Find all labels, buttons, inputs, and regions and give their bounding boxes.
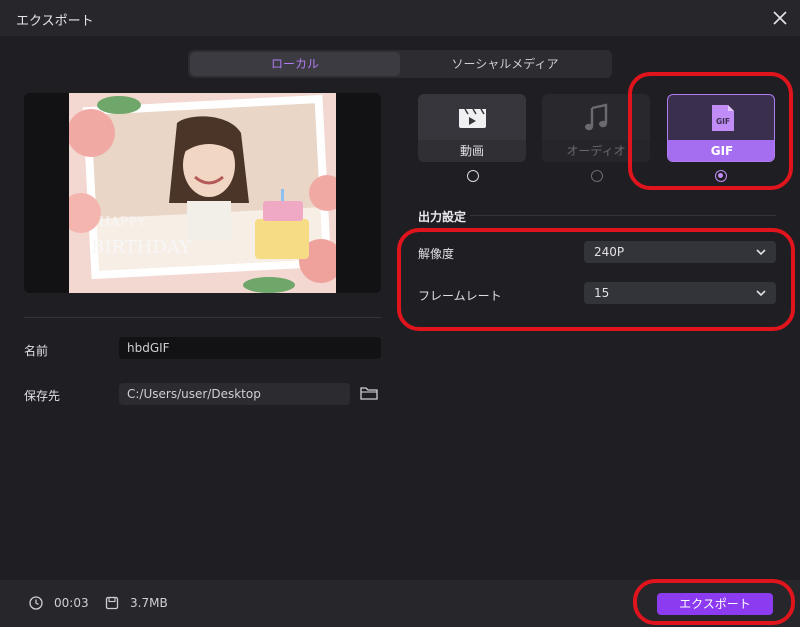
resolution-label: 解像度 bbox=[418, 247, 455, 261]
framerate-label: フレームレート bbox=[418, 289, 502, 303]
save-location-label: 保存先 bbox=[24, 389, 61, 403]
format-gif-card[interactable]: GIF GIF bbox=[667, 94, 775, 162]
tab-local[interactable]: ローカル bbox=[190, 52, 400, 76]
format-gif-label: GIF bbox=[668, 140, 774, 161]
clock-icon bbox=[29, 596, 43, 610]
title-bar: エクスポート bbox=[0, 0, 800, 36]
clapperboard-icon bbox=[459, 108, 486, 128]
format-audio-card[interactable]: オーディオ bbox=[542, 94, 650, 162]
chevron-down-icon bbox=[756, 249, 766, 256]
output-settings-title: 出力設定 bbox=[418, 210, 467, 224]
divider bbox=[24, 317, 381, 318]
format-audio-label: オーディオ bbox=[542, 140, 650, 162]
video-preview: HAPPY BIRTHDAY bbox=[24, 93, 381, 293]
name-input[interactable]: hbdGIF bbox=[119, 337, 381, 359]
svg-text:GIF: GIF bbox=[716, 117, 730, 126]
resolution-select[interactable]: 240P bbox=[584, 241, 776, 263]
framerate-select[interactable]: 15 bbox=[584, 282, 776, 304]
gif-file-icon: GIF bbox=[712, 105, 734, 131]
resolution-value: 240P bbox=[594, 245, 625, 259]
svg-text:BIRTHDAY: BIRTHDAY bbox=[91, 237, 192, 258]
format-gif-radio[interactable] bbox=[715, 170, 727, 182]
framerate-value: 15 bbox=[594, 286, 610, 300]
chevron-down-icon bbox=[756, 290, 766, 297]
save-disk-icon bbox=[105, 596, 119, 610]
file-size-text: 3.7MB bbox=[130, 596, 168, 610]
preview-thumbnail: HAPPY BIRTHDAY bbox=[69, 93, 336, 293]
tab-social-media[interactable]: ソーシャルメディア bbox=[400, 52, 610, 76]
folder-icon[interactable] bbox=[360, 385, 378, 401]
export-destination-tabs: ローカル ソーシャルメディア bbox=[188, 50, 612, 78]
section-divider bbox=[470, 215, 776, 216]
music-note-icon bbox=[585, 103, 608, 131]
format-video-card[interactable]: 動画 bbox=[418, 94, 526, 162]
close-icon[interactable] bbox=[770, 8, 790, 28]
svg-text:HAPPY: HAPPY bbox=[99, 215, 146, 230]
duration-text: 00:03 bbox=[54, 596, 89, 610]
format-audio-radio[interactable] bbox=[591, 170, 603, 182]
format-video-label: 動画 bbox=[418, 140, 526, 162]
save-path-input[interactable]: C:/Users/user/Desktop bbox=[119, 383, 350, 405]
window-title: エクスポート bbox=[16, 14, 94, 29]
name-label: 名前 bbox=[24, 344, 49, 358]
export-button[interactable]: エクスポート bbox=[657, 593, 773, 615]
format-video-radio[interactable] bbox=[467, 170, 479, 182]
